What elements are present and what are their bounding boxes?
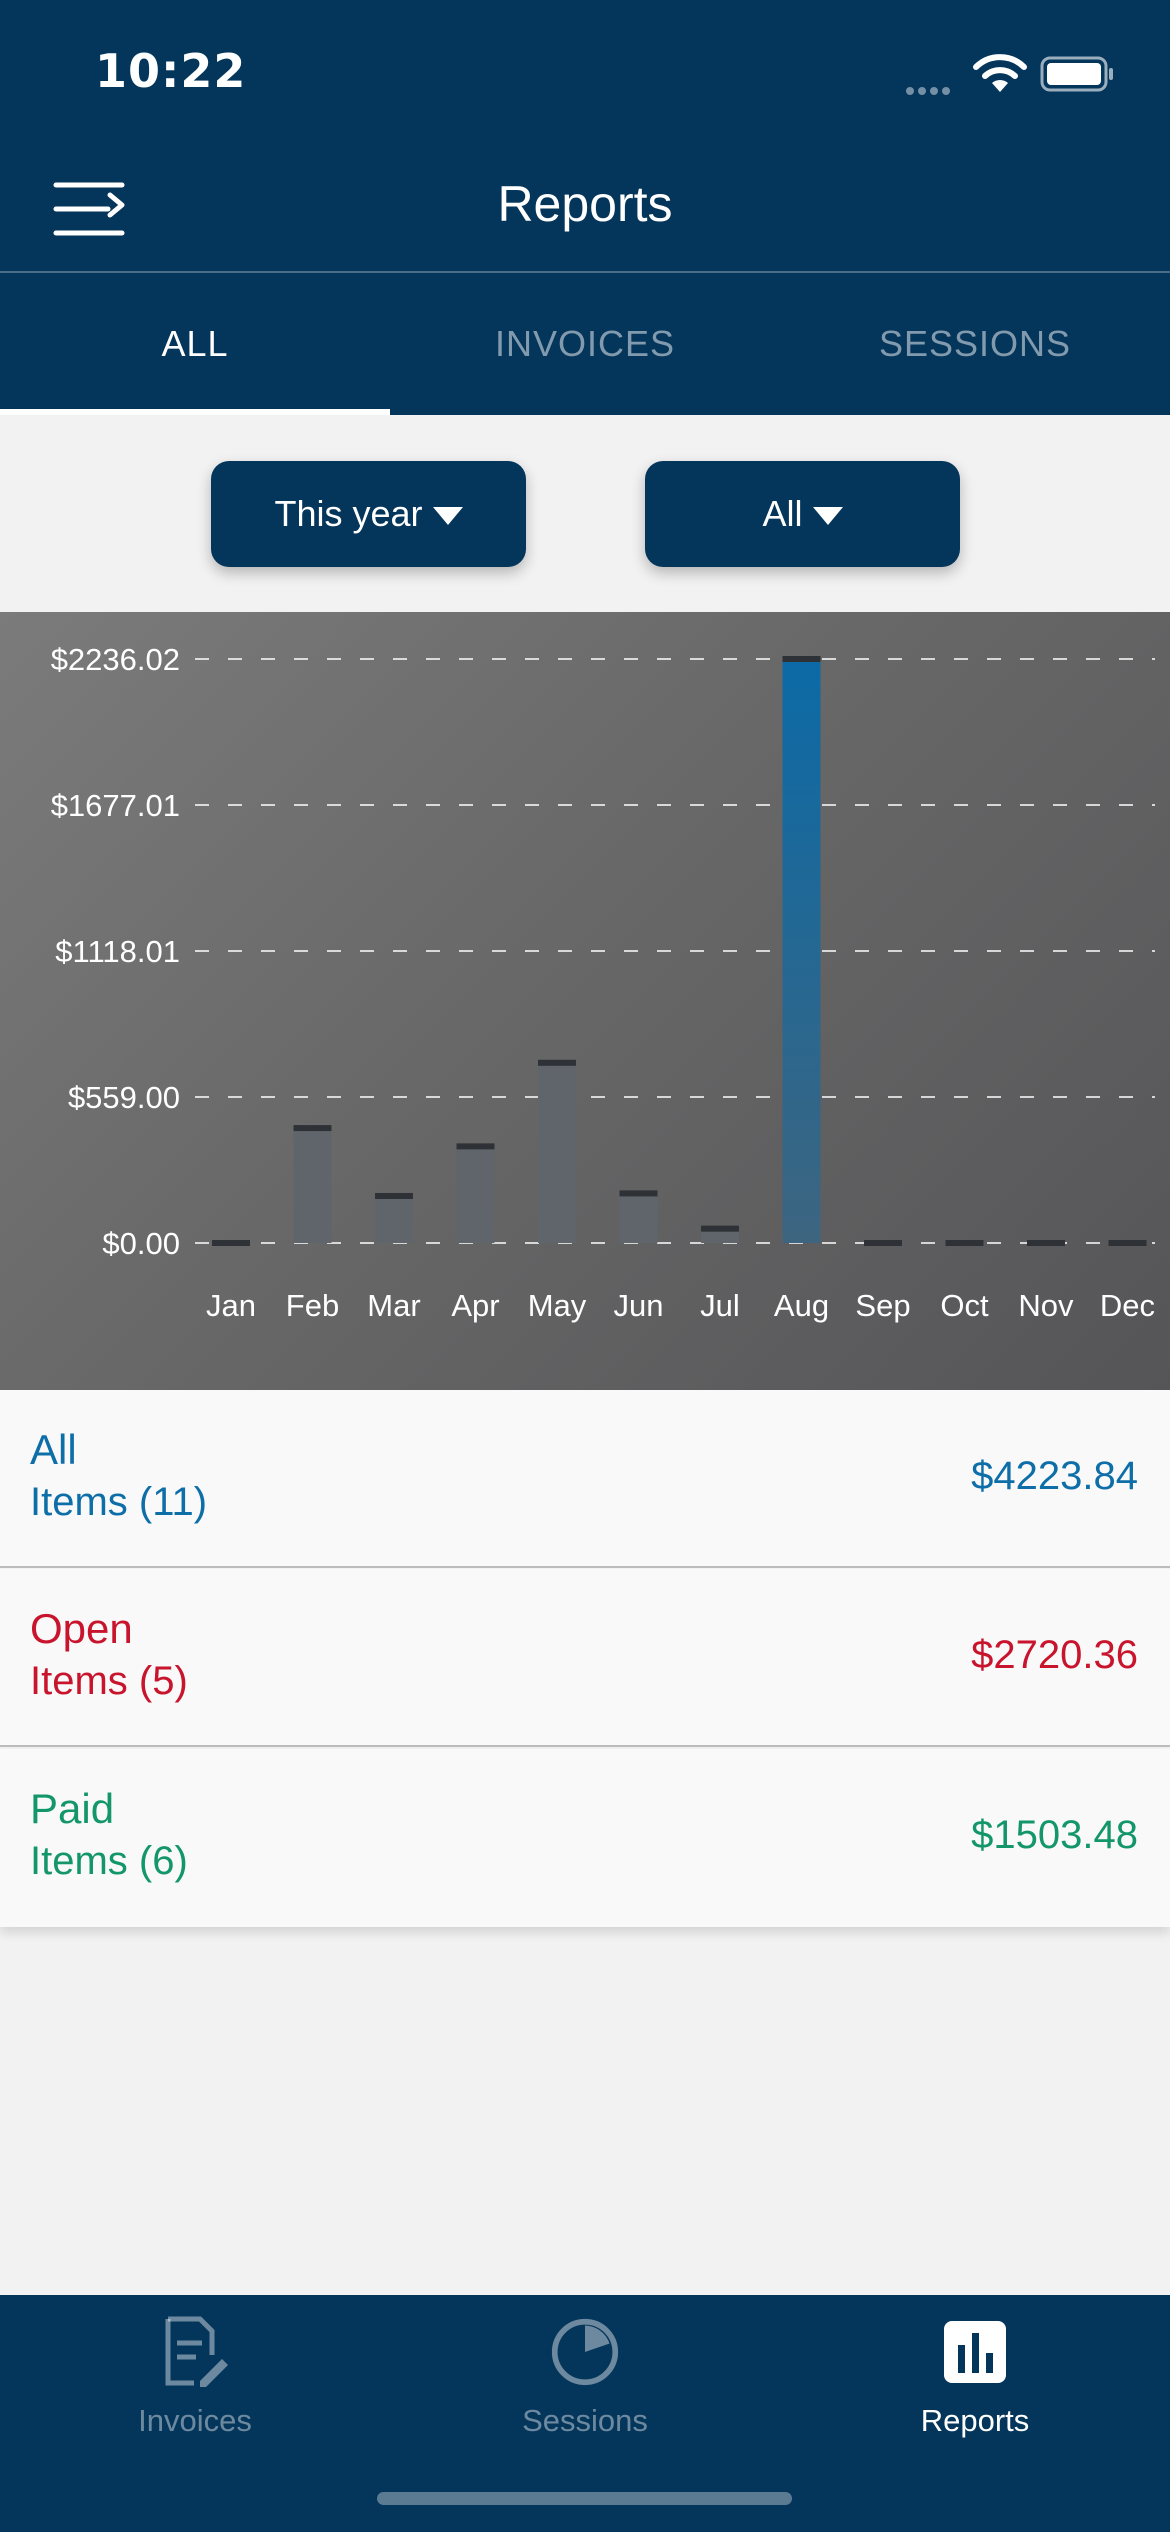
bar-cap-jul [701, 1225, 739, 1232]
y-axis-tick-label: $1677.01 [51, 788, 180, 823]
bar-jun [619, 1193, 658, 1243]
status-bar: 10:22 [0, 0, 1170, 145]
type-filter-label: All [762, 493, 803, 534]
bar-cap-oct [945, 1240, 984, 1246]
bar-aug [782, 659, 821, 1243]
caret-down-icon [432, 507, 463, 526]
x-axis-tick-label: Dec [1100, 1288, 1155, 1323]
y-axis-tick-label: $2236.02 [51, 642, 180, 677]
tabbar-item-sessions[interactable]: Sessions [390, 2295, 780, 2495]
tabbar-label: Invoices [138, 2403, 252, 2438]
x-axis-tick-label: Jun [614, 1288, 664, 1323]
tabbar-item-invoices[interactable]: Invoices [0, 2295, 390, 2495]
bar-chart: $0.00 $559.00 $1118.01 $1677.01 $2236.02 Jan F… [51, 642, 1155, 1323]
x-axis-tick-label: Mar [367, 1288, 420, 1323]
tab-all[interactable]: ALL [0, 273, 390, 415]
y-axis-tick-label: $0.00 [102, 1226, 180, 1261]
battery-icon [1040, 56, 1113, 92]
revenue-chart: $0.00 $559.00 $1118.01 $1677.01 $2236.02 Jan F… [0, 612, 1170, 1390]
y-axis-tick-label: $1118.01 [55, 934, 180, 969]
summary-title: All [30, 1426, 77, 1473]
bar-cap-mar [375, 1192, 413, 1199]
bar-cap-may [538, 1059, 576, 1066]
summary-subtitle: Items (5) [30, 1659, 188, 1703]
bar-may [538, 1062, 576, 1243]
tabbar-item-reports[interactable]: Reports [780, 2295, 1170, 2495]
bar-cap-jun [619, 1190, 658, 1197]
summary-title: Paid [30, 1785, 115, 1832]
active-tab-indicator [0, 409, 390, 415]
summary-subtitle: Items (11) [30, 1480, 208, 1524]
tab-sessions[interactable]: SESSIONS [780, 273, 1170, 415]
bar-feb [293, 1128, 332, 1243]
caret-down-icon [812, 507, 843, 526]
summary-row-all[interactable]: All Items (11) $4223.84 [0, 1390, 1170, 1568]
bar-chart-icon [944, 2321, 1006, 2383]
status-time: 10:22 [95, 44, 247, 98]
x-axis-tick-label: Nov [1018, 1288, 1074, 1323]
segment-tabs: ALL INVOICES SESSIONS [0, 273, 1170, 415]
x-axis-tick-label: Oct [940, 1288, 989, 1323]
bar-apr [456, 1146, 495, 1243]
tabbar-label: Reports [920, 2403, 1030, 2438]
x-axis-tick-label: Jan [206, 1288, 256, 1323]
bar-cap-apr [456, 1143, 495, 1150]
summary-amount: $4223.84 [971, 1454, 1138, 1498]
period-filter-button[interactable]: This year [211, 461, 526, 567]
x-axis-tick-label: Jul [700, 1288, 740, 1323]
wifi-icon [973, 54, 1027, 92]
bar-mar [375, 1195, 413, 1243]
x-axis-tick-label: Apr [451, 1288, 499, 1323]
summary-row-paid[interactable]: Paid Items (6) $1503.48 [0, 1749, 1170, 1927]
summary-subtitle: Items (6) [30, 1839, 188, 1883]
summary-row-open[interactable]: Open Items (5) $2720.36 [0, 1569, 1170, 1747]
x-axis-tick-label: May [528, 1288, 587, 1323]
summary-amount: $2720.36 [971, 1633, 1138, 1677]
invoice-edit-icon [165, 2316, 228, 2387]
cellular-signal-icon [906, 80, 954, 99]
type-filter-button[interactable]: All [645, 461, 960, 567]
pie-chart-icon [551, 2318, 619, 2386]
page-title: Reports [497, 176, 673, 232]
home-indicator [377, 2492, 792, 2505]
bar-cap-aug [782, 656, 821, 662]
summary-title: Open [30, 1605, 133, 1652]
x-axis-tick-label: Feb [286, 1288, 339, 1323]
tabbar-label: Sessions [522, 2403, 648, 2438]
y-axis-tick-label: $559.00 [68, 1080, 180, 1115]
nav-header: Reports [0, 145, 1170, 273]
bar-cap-sep [864, 1240, 902, 1246]
x-axis-tick-label: Sep [855, 1288, 910, 1323]
period-filter-label: This year [274, 493, 423, 534]
bar-cap-feb [293, 1125, 332, 1132]
bar-cap-dec [1108, 1240, 1147, 1246]
bar-cap-jan [212, 1240, 250, 1246]
bar-cap-nov [1027, 1240, 1065, 1246]
tab-invoices[interactable]: INVOICES [390, 273, 780, 415]
summary-amount: $1503.48 [971, 1813, 1138, 1857]
x-axis-tick-label: Aug [774, 1288, 829, 1323]
